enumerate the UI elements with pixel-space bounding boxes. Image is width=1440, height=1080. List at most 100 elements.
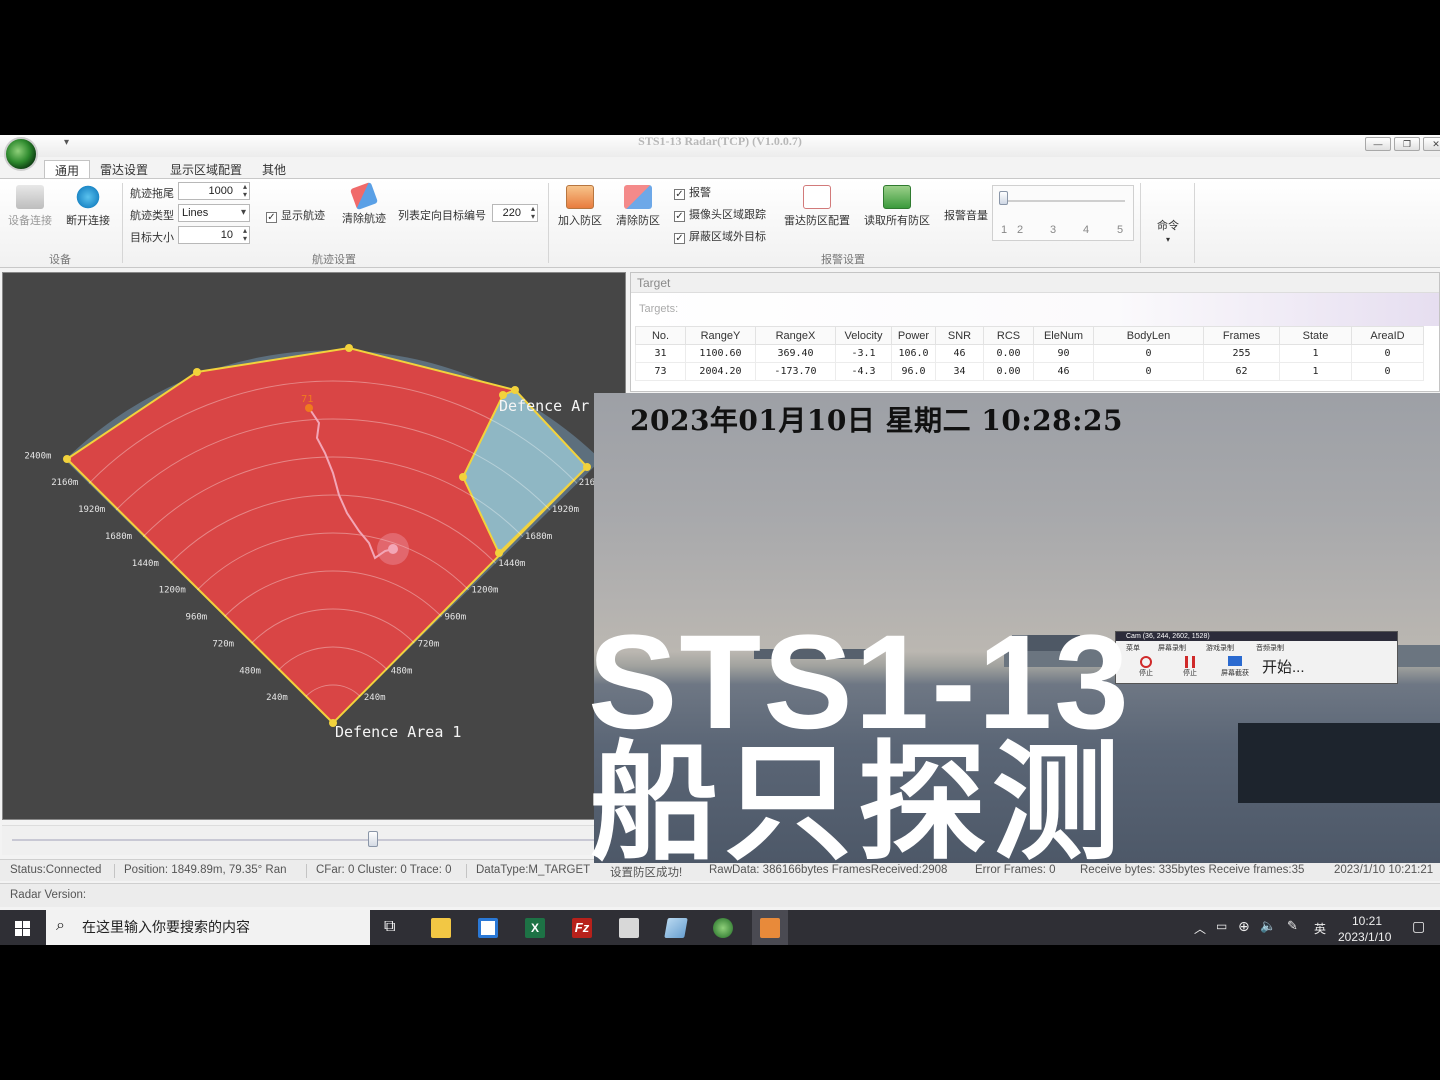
taskbar-search-input[interactable]: 在这里输入你要搜索的内容 [46,910,370,945]
close-button[interactable]: ✕ [1423,137,1440,151]
show-track-checkbox[interactable]: ✓ 显示航迹 [266,207,325,223]
overlay-subtitle: 船只探测 [590,729,1127,878]
table-cell: 46 [1033,362,1094,381]
target-31-marker[interactable] [388,544,398,554]
disconnect-button[interactable]: 断开连接 [62,185,114,228]
range-tick-label: 1440m [498,559,525,569]
column-header[interactable]: State [1279,326,1352,345]
table-cell: 0 [1351,362,1424,381]
restore-button[interactable]: ❐ [1394,137,1420,151]
table-cell: 31 [635,344,686,363]
column-header[interactable]: EleNum [1033,326,1094,345]
minimize-button[interactable]: — [1365,137,1391,151]
table-cell: 1 [1279,344,1352,363]
recorder-menu-item[interactable]: 游戏录制 [1206,643,1234,653]
table-cell: 0.00 [983,362,1034,381]
battery-icon[interactable]: ▭ [1216,919,1227,933]
track-type-select[interactable]: Lines [178,204,250,222]
range-tick-label: 240m [266,693,288,703]
recorder-icon[interactable] [760,918,780,938]
column-header[interactable]: RCS [983,326,1034,345]
column-header[interactable]: Velocity [835,326,892,345]
radar-display[interactable]: 71 240m 480m 720m 960m 1200m 1440m 1680m 1920m 2… [2,272,626,820]
app-window-icon[interactable] [619,918,639,938]
clock-date[interactable]: 2023/1/10 [1338,930,1391,944]
tab-other[interactable]: 其他 [252,160,296,180]
column-header[interactable]: AreaID [1351,326,1424,345]
track-tail-spinner[interactable]: 1000 [178,182,250,200]
add-zone-icon [566,185,594,209]
playback-slider[interactable] [2,825,622,855]
chevron-up-icon[interactable]: ︿ [1194,920,1206,937]
radar-version-bar: Radar Version: [0,883,1440,907]
clock-time[interactable]: 10:21 [1352,914,1382,928]
camera-track-checkbox[interactable]: ✓ 摄像头区域跟踪 [674,206,766,222]
filezilla-icon[interactable]: Fz [572,918,592,938]
recorder-capture-button[interactable]: 屏幕截获 [1218,656,1252,678]
radar-plot[interactable]: 71 240m 480m 720m 960m 1200m 1440m 1680m 1920m 2… [3,273,627,821]
table-cell: 106.0 [891,344,936,363]
recorder-pause-button[interactable]: 停止 [1180,656,1200,678]
range-tick-label: 216 [579,478,595,488]
alarm-checkbox[interactable]: ✓ 报警 [674,184,711,200]
range-tick-label: 480m [239,666,261,676]
app-logo-icon[interactable] [4,137,38,171]
column-header[interactable]: Frames [1203,326,1280,345]
mask-outside-checkbox[interactable]: ✓ 屏蔽区域外目标 [674,228,766,244]
windows-start-icon[interactable] [15,921,30,936]
slider-thumb[interactable] [368,831,378,847]
column-header[interactable]: SNR [935,326,984,345]
screen-recorder-popup[interactable]: Cam (36, 244, 2602, 1528) 菜单 屏幕录制 游戏录制 音… [1115,631,1398,684]
column-header[interactable]: No. [635,326,686,345]
radar-app-taskbar-icon[interactable] [713,918,733,938]
recorder-status: 开始... [1262,659,1305,676]
table-cell: 2004.20 [685,362,756,381]
column-header[interactable]: Power [891,326,936,345]
slider-thumb[interactable] [999,191,1008,205]
table-row[interactable]: 73 2004.20 -173.70 -4.3 96.0 34 0.00 46 … [635,362,1424,381]
command-dropdown-button[interactable]: 命令 ▾ [1150,217,1186,245]
clear-zone-button[interactable]: 清除防区 [614,185,662,228]
radar-zone-config-button[interactable]: 雷达防区配置 [782,185,852,228]
recorder-stop-button[interactable]: 停止 [1136,656,1156,678]
clear-track-button[interactable]: 清除航迹 [340,181,388,226]
slider-track [12,839,612,841]
slider-track [1001,200,1125,202]
quick-access-dropdown-icon[interactable]: ▾ [64,137,69,148]
task-view-icon[interactable]: ⧉ [384,918,395,936]
recorder-menu-item[interactable]: 音频录制 [1256,643,1284,653]
plug-icon [16,185,44,209]
tab-display-area-config[interactable]: 显示区域配置 [160,160,252,180]
recorder-menu-item[interactable]: 屏幕录制 [1158,643,1186,653]
add-zone-button[interactable]: 加入防区 [556,185,604,228]
table-cell: 62 [1203,362,1280,381]
list-target-id-spinner[interactable]: 220 [492,204,538,222]
notification-icon[interactable]: ▢ [1412,918,1425,935]
volume-tick: 4 [1083,224,1090,236]
chevron-down-icon: ▾ [1165,235,1170,244]
store-icon[interactable] [478,918,498,938]
volume-icon[interactable]: 🔈 [1260,918,1276,934]
column-header[interactable]: BodyLen [1093,326,1204,345]
tab-general[interactable]: 通用 [44,160,91,180]
ime-indicator[interactable]: 英 [1314,920,1326,937]
target-table[interactable]: No. RangeY RangeX Velocity Power SNR RCS… [635,326,1424,381]
alarm-group-label: 报警设置 [821,254,865,266]
pier-structure [1238,723,1440,803]
read-all-zones-button[interactable]: 读取所有防区 [862,185,932,228]
notepad-icon[interactable] [664,918,688,938]
column-header[interactable]: RangeX [755,326,836,345]
table-row[interactable]: 31 1100.60 369.40 -3.1 106.0 46 0.00 90 … [635,344,1424,363]
file-explorer-icon[interactable] [431,918,451,938]
track-type-label: 航迹类型 [130,210,174,222]
checkmark-icon: ✓ [266,212,277,223]
column-header[interactable]: RangeY [685,326,756,345]
pen-icon[interactable]: ✎ [1287,918,1298,934]
alarm-volume-slider[interactable]: 1 2 3 4 5 [992,185,1134,241]
excel-icon[interactable]: X [525,918,545,938]
device-connect-button[interactable]: 设备连接 [6,185,54,228]
target-size-spinner[interactable]: 10 [178,226,250,244]
network-icon[interactable]: ⊕ [1238,918,1250,935]
tab-radar-settings[interactable]: 雷达设置 [90,160,158,180]
target-71-marker[interactable] [305,404,313,412]
